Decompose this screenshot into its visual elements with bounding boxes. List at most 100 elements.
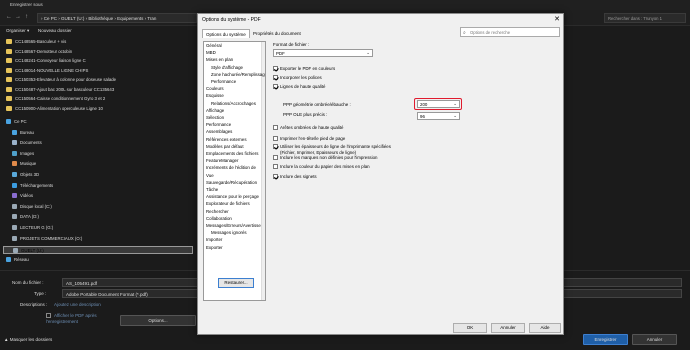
tree-item[interactable]: Rechercher bbox=[206, 209, 229, 216]
folder-item[interactable]: CC150487-Ajout bac 200L sur basculeur CC… bbox=[6, 86, 114, 95]
file-format-value: PDF bbox=[276, 51, 285, 56]
help-button[interactable]: Aide bbox=[529, 323, 561, 333]
dpi-ole-select[interactable]: 96 ⌄ bbox=[417, 112, 460, 120]
tree-item[interactable]: Tâche bbox=[206, 187, 218, 194]
dialog-cancel-button[interactable]: Annuler bbox=[491, 323, 525, 333]
tab-document-properties[interactable]: Propriétés du document bbox=[250, 29, 320, 38]
tree-item[interactable]: Collaboration bbox=[206, 216, 232, 223]
folder-name: CC150900-Alimentation operculeuse Ligne … bbox=[15, 105, 103, 111]
ok-button[interactable]: OK bbox=[453, 323, 487, 333]
window-title: Enregistrer sous bbox=[10, 2, 43, 7]
tree-item[interactable]: Relations/Accrochages bbox=[211, 101, 256, 108]
tree-item[interactable]: Général bbox=[206, 43, 222, 50]
nav-item[interactable]: GUELT (U:) bbox=[3, 246, 193, 255]
tree-item[interactable]: Explorateur de fichiers bbox=[206, 201, 250, 208]
tree-item[interactable]: Emplacements des fichiers bbox=[206, 151, 258, 158]
drive-icon bbox=[12, 150, 17, 156]
folder-item[interactable]: CC148241-Convoyeur liaison ligne C bbox=[6, 58, 86, 66]
option-checkbox[interactable]: Inclure la couleur du papier des mises e… bbox=[273, 164, 370, 170]
tree-item[interactable]: Sauvegarde/Récupération bbox=[206, 180, 257, 187]
tree-item[interactable]: MBD bbox=[206, 50, 216, 57]
folder-item[interactable]: CC148014-NOUVELLE LIGNE CHIPS bbox=[6, 67, 88, 76]
nav-item-label: Images bbox=[20, 150, 35, 156]
drive-icon bbox=[13, 248, 18, 254]
folder-item[interactable]: CC148567-Demotteur octobin bbox=[6, 48, 73, 57]
folder-item[interactable]: CC150564-Caisse conditionnement Gyro 3 e… bbox=[6, 96, 105, 104]
description-input[interactable]: Ajoutez une description bbox=[54, 302, 101, 307]
checkbox-icon bbox=[273, 66, 278, 71]
tree-item[interactable]: Incréments de l'édition de bbox=[206, 165, 256, 172]
tree-item[interactable]: Messages ignorés bbox=[211, 230, 247, 237]
option-checkbox[interactable]: Arêtes ombrées de haute qualité bbox=[273, 125, 343, 131]
breadcrumb[interactable]: › Ce PC › GUELT (U:) › Bibliothèque › Eq… bbox=[37, 13, 197, 23]
tree-item[interactable]: Vue bbox=[206, 173, 214, 180]
option-checkbox[interactable]: Incorporer les polices bbox=[273, 75, 322, 81]
nav-item[interactable]: Documents bbox=[12, 140, 42, 148]
open-pdf-label: Afficher le PDF après l'enregistrement bbox=[46, 313, 97, 324]
up-arrow-icon[interactable]: ↑ bbox=[25, 14, 28, 20]
nav-item[interactable]: Réseau bbox=[6, 256, 29, 265]
search-icon: ⌕ bbox=[463, 29, 466, 36]
tree-item[interactable]: Mises en plan bbox=[206, 57, 233, 64]
tree-item[interactable]: Messages/Erreurs/Avertisse bbox=[206, 223, 261, 230]
option-checkbox[interactable]: Inclure des signets bbox=[273, 174, 317, 180]
tree-item[interactable]: Importer bbox=[206, 237, 222, 244]
nav-item[interactable]: Vidéos bbox=[12, 193, 33, 201]
folder-item[interactable]: CC150353-Elevateur à colonne pour doseus… bbox=[6, 77, 116, 85]
back-arrow-icon[interactable]: ← bbox=[6, 14, 12, 20]
option-label: Incorporer les polices bbox=[280, 75, 322, 80]
folder-item[interactable]: CC150900-Alimentation operculeuse Ligne … bbox=[6, 105, 103, 114]
tree-item[interactable]: Assemblages bbox=[206, 129, 232, 136]
tree-item[interactable]: Assistance pour le perçage bbox=[206, 194, 259, 201]
folder-item[interactable]: CC148565-Basculeur + vis bbox=[6, 39, 66, 47]
close-icon[interactable]: ✕ bbox=[554, 15, 560, 23]
open-pdf-checkbox[interactable]: Afficher le PDF après l'enregistrement bbox=[46, 313, 106, 325]
tree-item[interactable]: Esquisse bbox=[206, 93, 224, 100]
option-checkbox[interactable]: Inclure les marques non définies pour l'… bbox=[273, 155, 377, 161]
tree-item[interactable]: Performance bbox=[211, 79, 236, 86]
nav-item[interactable]: Bureau bbox=[12, 129, 34, 138]
organize-button[interactable]: Organiser ▾ bbox=[6, 28, 29, 34]
drive-icon bbox=[6, 119, 11, 124]
new-folder-button[interactable]: Nouveau dossier bbox=[38, 28, 72, 33]
nav-item[interactable]: Images bbox=[12, 150, 35, 159]
options-search-input[interactable]: ⌕ Options de recherche bbox=[460, 27, 560, 37]
nav-item[interactable]: PROJETS COMMERCIAUX (O:) bbox=[12, 235, 82, 244]
option-checkbox[interactable]: Imprimer l'en-tête/le pied de page bbox=[273, 136, 345, 142]
option-checkbox[interactable]: Exporter le PDF en couleurs bbox=[273, 66, 335, 72]
tree-item[interactable]: Style d'affichage bbox=[211, 65, 243, 72]
file-format-select[interactable]: PDF ⌄ bbox=[273, 49, 373, 57]
forward-arrow-icon[interactable]: → bbox=[15, 14, 21, 20]
tree-item[interactable]: Exporter bbox=[206, 245, 223, 252]
option-label: Exporter le PDF en couleurs bbox=[280, 66, 336, 71]
nav-item[interactable]: Disque local (C:) bbox=[12, 203, 52, 212]
tree-item[interactable]: FeatureManager bbox=[206, 158, 238, 165]
restore-button[interactable]: Restaurer... bbox=[218, 278, 254, 288]
nav-item[interactable]: LECTEUR G (G:) bbox=[12, 225, 53, 233]
nav-item[interactable]: Musique bbox=[12, 161, 36, 169]
tree-item[interactable]: Couleurs bbox=[206, 86, 224, 93]
tree-item[interactable]: Sélection bbox=[206, 115, 224, 122]
tab-system-options[interactable]: Options du système bbox=[202, 29, 250, 38]
nav-item[interactable]: DATA (D:) bbox=[12, 214, 39, 222]
folder-name: CC148567-Demotteur octobin bbox=[15, 48, 73, 54]
tree-item[interactable]: Performance bbox=[206, 122, 231, 129]
nav-item[interactable]: Objets 3D bbox=[12, 172, 39, 180]
hide-folders-toggle[interactable]: ▲ Masquer les dossiers bbox=[4, 337, 52, 342]
nav-item[interactable]: Téléchargements bbox=[12, 182, 53, 191]
option-checkbox[interactable]: Lignes de haute qualité bbox=[273, 84, 325, 90]
search-input[interactable]: Rechercher dans : Trunyon 1 bbox=[604, 13, 686, 23]
save-button[interactable]: Enregistrer bbox=[583, 334, 628, 345]
tree-item[interactable]: Modèles par défaut bbox=[206, 144, 244, 151]
options-button[interactable]: Options... bbox=[120, 315, 196, 326]
tree-item[interactable]: Affichage bbox=[206, 108, 224, 115]
option-label: Inclure des signets bbox=[280, 174, 317, 179]
tree-item[interactable]: Zone hachurée/Remplissage bbox=[211, 72, 265, 79]
file-format-label: Format de fichier : bbox=[273, 42, 310, 47]
drive-icon bbox=[12, 172, 17, 177]
tree-scrollbar[interactable] bbox=[261, 42, 265, 300]
nav-item[interactable]: Ce PC bbox=[6, 119, 27, 127]
checkbox-icon bbox=[273, 144, 278, 149]
tree-item[interactable]: Références externes bbox=[206, 137, 247, 144]
cancel-button[interactable]: Annuler bbox=[632, 334, 677, 345]
